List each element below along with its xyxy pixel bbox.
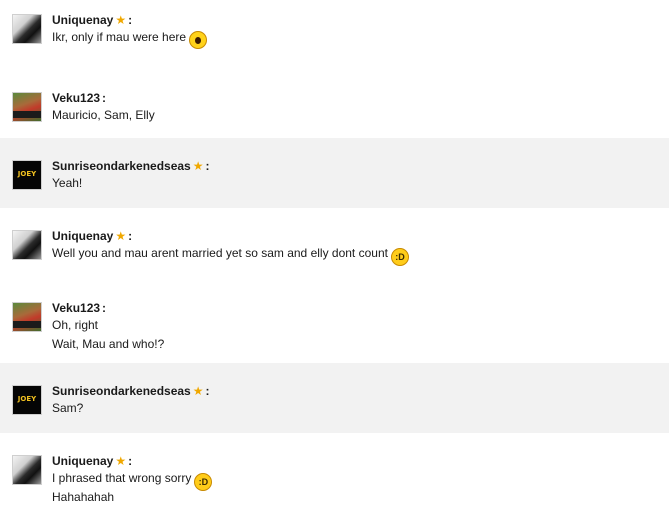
message-text: Ikr, only if mau were here: [52, 30, 187, 44]
chat-message: Uniquenay ★: Ikr, only if mau were here: [0, 0, 669, 70]
avatar[interactable]: JOEY: [12, 385, 42, 415]
username-line: Uniquenay ★:: [52, 454, 133, 468]
chat-message: Veku123: Oh, right Wait, Mau and who!?: [0, 280, 669, 363]
message-line: Hahahahah: [52, 488, 669, 507]
avatar[interactable]: JOEY: [12, 160, 42, 190]
avatar[interactable]: [12, 92, 42, 122]
message-line: Yeah!: [52, 174, 669, 193]
username[interactable]: Sunriseondarkenedseas: [52, 384, 191, 398]
username-line: Veku123:: [52, 301, 107, 315]
message-line: Mauricio, Sam, Elly: [52, 106, 669, 125]
chat-log: Uniquenay ★: Ikr, only if mau were here V…: [0, 0, 669, 522]
message-line: I phrased that wrong sorry:D: [52, 469, 669, 491]
username-line: Uniquenay ★:: [52, 229, 133, 243]
message-text: Hahahahah: [52, 490, 115, 504]
avatar[interactable]: [12, 230, 42, 260]
chat-message: Veku123: Mauricio, Sam, Elly: [0, 70, 669, 138]
avatar[interactable]: [12, 302, 42, 332]
message-text: I phrased that wrong sorry: [52, 471, 192, 485]
username-line: Sunriseondarkenedseas ★:: [52, 159, 210, 173]
message-text: Wait, Mau and who!?: [52, 337, 165, 351]
laughing-emoji-icon: :D: [390, 248, 409, 266]
username[interactable]: Sunriseondarkenedseas: [52, 159, 191, 173]
message-line: Oh, right: [52, 316, 669, 335]
username[interactable]: Veku123: [52, 91, 100, 105]
username[interactable]: Veku123: [52, 301, 100, 315]
chat-message: Uniquenay ★: Well you and mau arent marri…: [0, 208, 669, 280]
chat-message: JOEY Sunriseondarkenedseas ★: Sam?: [0, 363, 669, 433]
surprised-emoji-icon: [189, 31, 208, 49]
username-line: Veku123:: [52, 91, 107, 105]
star-icon: ★: [115, 454, 127, 468]
star-icon: ★: [115, 229, 127, 243]
chat-message: JOEY Sunriseondarkenedseas ★: Yeah!: [0, 138, 669, 208]
username[interactable]: Uniquenay: [52, 454, 113, 468]
message-line: Sam?: [52, 399, 669, 418]
star-icon: ★: [192, 384, 204, 398]
username-line: Uniquenay ★:: [52, 13, 133, 27]
username-line: Sunriseondarkenedseas ★:: [52, 384, 210, 398]
username[interactable]: Uniquenay: [52, 13, 113, 27]
message-text: Sam?: [52, 401, 84, 415]
message-text: Well you and mau arent married yet so sa…: [52, 246, 388, 260]
message-line: Ikr, only if mau were here: [52, 28, 669, 49]
message-text: Mauricio, Sam, Elly: [52, 108, 155, 122]
message-line: Wait, Mau and who!?: [52, 335, 669, 354]
avatar[interactable]: [12, 455, 42, 485]
message-line: Well you and mau arent married yet so sa…: [52, 244, 669, 266]
chat-message: Uniquenay ★: I phrased that wrong sorry:D…: [0, 433, 669, 522]
star-icon: ★: [115, 13, 127, 27]
username[interactable]: Uniquenay: [52, 229, 113, 243]
message-text: Yeah!: [52, 176, 83, 190]
star-icon: ★: [192, 159, 204, 173]
avatar[interactable]: [12, 14, 42, 44]
message-text: Oh, right: [52, 318, 99, 332]
